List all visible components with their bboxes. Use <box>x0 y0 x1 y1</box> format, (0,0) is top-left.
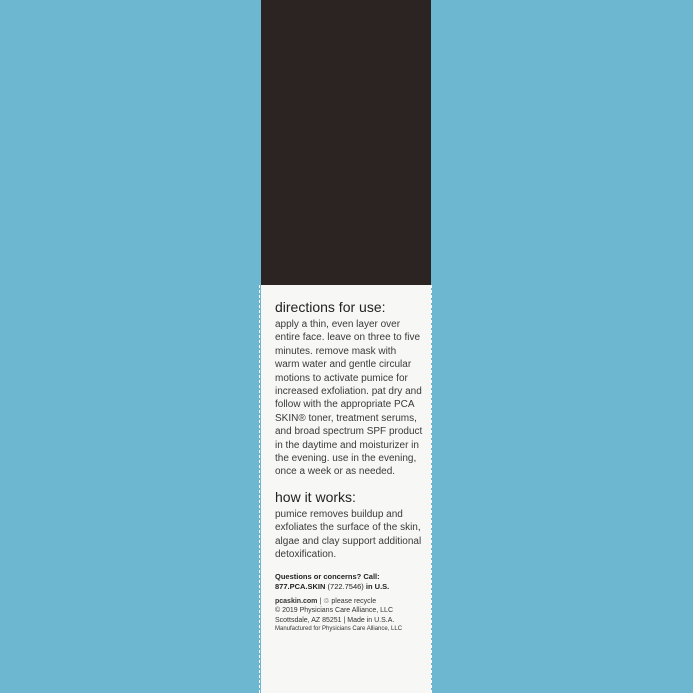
phone-suffix: in U.S. <box>365 581 390 591</box>
product-box-photo: directions for use: apply a thin, even l… <box>0 0 693 693</box>
contact-phone-line: 877.PCA.SKIN (722.7546) in U.S. <box>275 582 423 592</box>
contact-question: Questions or concerns? Call: <box>275 571 380 581</box>
contact-block: Questions or concerns? Call: 877.PCA.SKI… <box>275 572 423 592</box>
website-line: pcaskin.com | ♲ please recycle <box>275 597 423 607</box>
website: pcaskin.com <box>275 597 318 605</box>
made-in: Made in U.S.A. <box>347 616 395 624</box>
recycle-text: please recycle <box>331 597 377 605</box>
left-perforation <box>259 285 260 693</box>
dark-band <box>261 0 431 285</box>
recycle-icon: ♲ <box>323 597 330 605</box>
label-panel: directions for use: apply a thin, even l… <box>261 285 431 693</box>
address: Scottsdale, AZ 85251 <box>275 616 342 624</box>
separator-2: | <box>343 616 346 624</box>
address-line: Scottsdale, AZ 85251 | Made in U.S.A. <box>275 616 423 626</box>
phone-digits: (722.7546) <box>327 581 364 591</box>
copyright-line: © 2019 Physicians Care Alliance, LLC <box>275 607 393 614</box>
separator: | <box>319 597 322 605</box>
how-it-works-text: pumice removes buildup and exfoliates th… <box>275 508 422 561</box>
phone-word: 877.PCA.SKIN <box>275 581 326 591</box>
packaging-strip: directions for use: apply a thin, even l… <box>261 0 431 693</box>
directions-text: apply a thin, even layer over entire fac… <box>275 319 423 478</box>
how-it-works-heading: how it works: <box>275 488 356 505</box>
manufactured-line: Manufactured for Physicians Care Allianc… <box>275 626 403 632</box>
right-perforation <box>431 285 432 693</box>
directions-heading: directions for use: <box>275 299 386 315</box>
